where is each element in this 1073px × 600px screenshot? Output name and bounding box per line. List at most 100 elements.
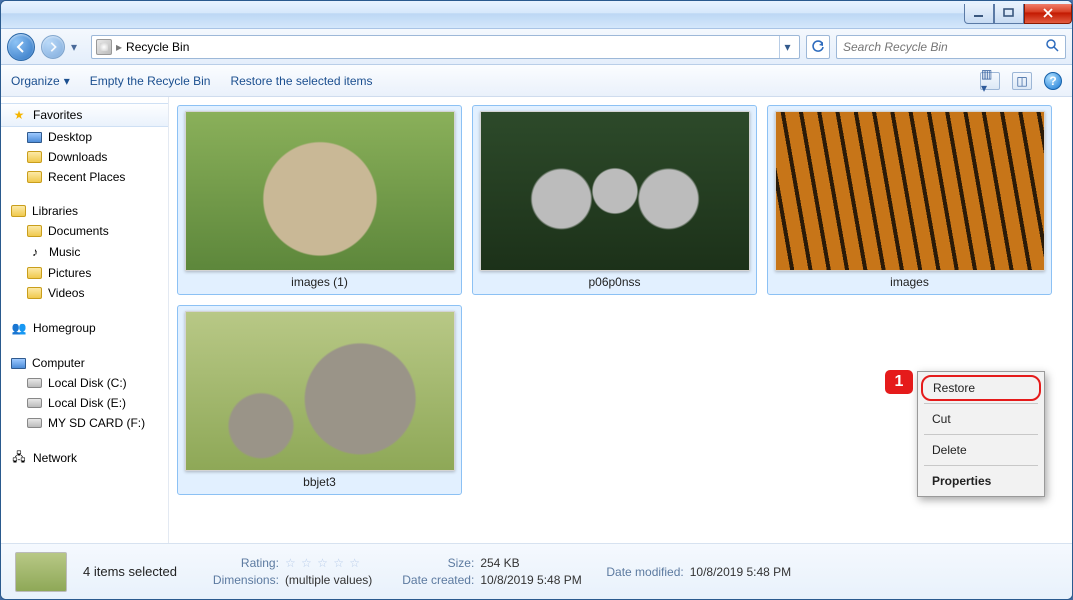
details-thumbnail [15,552,67,592]
size-label: Size: [388,556,474,570]
forward-button[interactable] [41,35,65,59]
search-box[interactable] [836,35,1066,59]
date-created-value: 10/8/2019 5:48 PM [480,573,581,587]
sidebar-item-local-disk-e[interactable]: Local Disk (E:) [1,393,168,413]
address-bar[interactable]: ▸ Recycle Bin ▾ [91,35,800,59]
libraries-label: Libraries [32,204,78,218]
context-menu-restore[interactable]: Restore [921,375,1041,401]
details-title: 4 items selected [83,564,177,579]
computer-icon [11,358,26,369]
rating-stars[interactable]: ☆ ☆ ☆ ☆ ☆ [285,556,361,570]
dimensions-value: (multiple values) [285,573,372,587]
folder-icon [27,151,42,163]
drive-icon [27,378,42,388]
sidebar-item-pictures[interactable]: Pictures [1,263,168,283]
documents-icon [27,225,42,237]
file-item[interactable]: images [767,105,1052,295]
search-icon[interactable] [1045,38,1059,55]
favorites-label: Favorites [33,108,82,122]
sidebar-item-local-disk-c[interactable]: Local Disk (C:) [1,373,168,393]
star-icon: ★ [11,107,27,123]
sidebar-libraries[interactable]: Libraries [1,201,168,221]
context-menu-delete[interactable]: Delete [920,437,1042,463]
navigation-pane: ★ Favorites Desktop Downloads Recent Pla… [1,97,169,543]
network-icon: 🖧 [11,450,27,466]
computer-label: Computer [32,356,85,370]
folder-icon [27,171,42,183]
help-button[interactable]: ? [1044,72,1062,90]
sidebar-computer[interactable]: Computer [1,353,168,373]
file-thumbnail [185,111,455,271]
sidebar-network[interactable]: 🖧 Network [1,447,168,469]
minimize-button[interactable] [964,4,994,24]
sidebar-item-sd-card-f[interactable]: MY SD CARD (F:) [1,413,168,433]
preview-pane-button[interactable]: ◫ [1012,72,1032,90]
drive-icon [27,398,42,408]
context-menu-properties[interactable]: Properties [920,468,1042,494]
sidebar-homegroup[interactable]: 👥 Homegroup [1,317,168,339]
context-menu-separator [924,465,1038,466]
maximize-button[interactable] [994,4,1024,24]
file-name: p06p0nss [588,275,640,289]
date-created-label: Date created: [388,573,474,587]
sidebar-item-label: Desktop [48,130,92,144]
date-modified-label: Date modified: [598,565,684,579]
sidebar-item-label: Downloads [48,150,107,164]
close-button[interactable] [1024,4,1072,24]
file-thumbnail [480,111,750,271]
sidebar-item-label: Recent Places [48,170,125,184]
view-options-button[interactable]: ▥ ▾ [980,72,1000,90]
context-menu-separator [924,434,1038,435]
history-dropdown[interactable]: ▾ [71,40,85,54]
breadcrumb-location[interactable]: Recycle Bin [126,40,189,54]
search-input[interactable] [843,40,1045,54]
context-menu-cut[interactable]: Cut [920,406,1042,432]
file-item[interactable]: images (1) [177,105,462,295]
back-button[interactable] [7,33,35,61]
file-item[interactable]: bbjet3 [177,305,462,495]
sidebar-item-label: Documents [48,224,109,238]
sidebar-item-documents[interactable]: Documents [1,221,168,241]
file-name: images (1) [291,275,348,289]
annotation-callout: 1 [885,370,913,394]
details-pane: 4 items selected Rating: ☆ ☆ ☆ ☆ ☆ Dimen… [1,543,1072,599]
dimensions-label: Dimensions: [193,573,279,587]
sidebar-item-music[interactable]: ♪ Music [1,241,168,263]
sidebar-item-label: Videos [48,286,84,300]
toolbar-right: ▥ ▾ ◫ ? [980,72,1062,90]
organize-label: Organize [11,74,60,88]
network-label: Network [33,451,77,465]
context-menu: Restore Cut Delete Properties [917,371,1045,497]
title-bar [1,1,1072,29]
music-icon: ♪ [27,244,43,260]
sidebar-item-label: Pictures [48,266,91,280]
sidebar-item-downloads[interactable]: Downloads [1,147,168,167]
organize-menu[interactable]: Organize ▾ [11,74,70,88]
file-thumbnail [185,311,455,471]
homegroup-icon: 👥 [11,320,27,336]
file-thumbnail [775,111,1045,271]
breadcrumb-separator-icon: ▸ [116,40,122,54]
sidebar-item-videos[interactable]: Videos [1,283,168,303]
file-list[interactable]: images (1) p06p0nss images bbjet3 1 Rest… [169,97,1072,543]
sidebar-item-recent-places[interactable]: Recent Places [1,167,168,187]
refresh-button[interactable] [806,35,830,59]
context-menu-separator [924,403,1038,404]
file-item[interactable]: p06p0nss [472,105,757,295]
sidebar-item-label: Music [49,245,80,259]
date-modified-value: 10/8/2019 5:48 PM [690,565,791,579]
drive-icon [27,418,42,428]
pictures-icon [27,267,42,279]
restore-selected-button[interactable]: Restore the selected items [230,74,372,88]
empty-recycle-bin-button[interactable]: Empty the Recycle Bin [90,74,211,88]
recycle-bin-icon [96,39,112,55]
file-name: bbjet3 [303,475,336,489]
size-value: 254 KB [480,556,519,570]
sidebar-item-desktop[interactable]: Desktop [1,127,168,147]
homegroup-label: Homegroup [33,321,96,335]
libraries-icon [11,205,26,217]
address-dropdown[interactable]: ▾ [779,36,795,58]
sidebar-favorites[interactable]: ★ Favorites [1,103,168,127]
file-name: images [890,275,929,289]
sidebar-item-label: Local Disk (C:) [48,376,127,390]
